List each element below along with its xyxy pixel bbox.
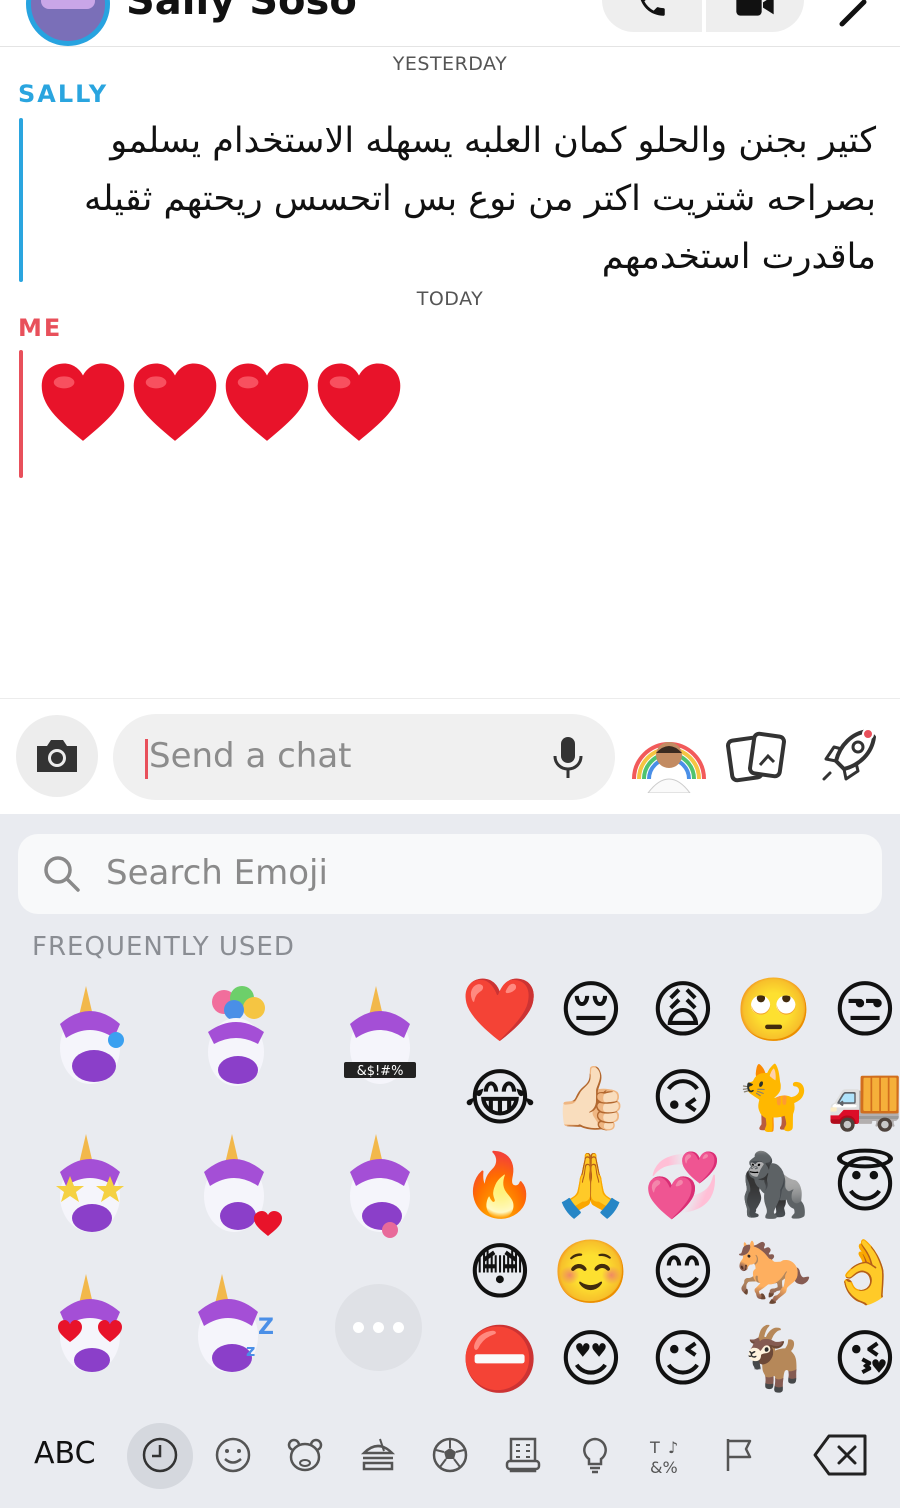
heart-icon xyxy=(133,363,217,441)
voice-call-button[interactable] xyxy=(602,0,702,32)
emoji-key[interactable]: ☺️ xyxy=(549,1230,633,1314)
message-hearts-me[interactable] xyxy=(40,358,402,448)
emoji-key[interactable]: 😂 xyxy=(458,1056,542,1140)
emoji-key[interactable]: 😉 xyxy=(641,1317,725,1401)
emoji-key[interactable]: 😒 xyxy=(823,968,900,1052)
travel-building-icon[interactable] xyxy=(503,1435,543,1475)
sender-label-sally: SALLY xyxy=(18,80,109,108)
camera-icon xyxy=(37,740,77,772)
sticker-swear-text: &$!#% xyxy=(357,1064,404,1079)
objects-bulb-icon[interactable] xyxy=(575,1435,615,1475)
emoji-key[interactable]: 💞 xyxy=(641,1143,725,1227)
contact-name[interactable]: Sally Soso xyxy=(126,0,357,24)
bitmoji-icon[interactable] xyxy=(630,723,708,793)
recent-clock-icon[interactable] xyxy=(140,1435,180,1475)
food-burger-icon[interactable] xyxy=(358,1435,398,1475)
frequently-used-title: FREQUENTLY USED xyxy=(32,932,295,962)
animal-bear-icon[interactable] xyxy=(285,1435,325,1475)
unicorn-heart-sticker[interactable] xyxy=(188,1132,284,1244)
emoji-key[interactable]: 😩 xyxy=(641,968,725,1052)
symbols-icon[interactable]: T ♪&% xyxy=(648,1435,688,1475)
cards-icon[interactable] xyxy=(726,731,788,783)
microphone-icon[interactable] xyxy=(551,736,585,780)
svg-text:z: z xyxy=(246,1341,255,1360)
emoji-key[interactable]: 🚚 xyxy=(823,1056,900,1140)
svg-text:&%: &% xyxy=(650,1458,678,1475)
notification-dot xyxy=(862,728,874,740)
search-icon xyxy=(44,856,80,892)
smiley-icon[interactable] xyxy=(213,1435,253,1475)
emoji-key[interactable]: 🙏 xyxy=(549,1143,633,1227)
chat-input-placeholder: Send a chat xyxy=(149,736,352,776)
emoji-search-input[interactable]: Search Emoji xyxy=(18,834,882,914)
emoji-keyboard: Search Emoji FREQUENTLY USED &$!#% Zz ❤️… xyxy=(0,814,900,1508)
unicorn-heart-eyes-sticker[interactable] xyxy=(42,1272,138,1384)
heart-icon xyxy=(41,363,125,441)
emoji-key[interactable]: 🙄 xyxy=(732,968,816,1052)
video-call-button[interactable] xyxy=(706,0,804,32)
chat-input-bar: Send a chat xyxy=(0,698,900,814)
svg-text:T: T xyxy=(649,1438,660,1457)
emoji-key[interactable]: 🙃 xyxy=(641,1056,725,1140)
day-separator-today: TODAY xyxy=(416,288,484,310)
emoji-key[interactable]: 🐈 xyxy=(732,1056,816,1140)
emoji-key[interactable]: 😔 xyxy=(549,968,633,1052)
emoji-key[interactable]: 😍 xyxy=(549,1317,633,1401)
chevron-icon[interactable] xyxy=(834,0,874,30)
emoji-key[interactable]: 😘 xyxy=(823,1317,900,1401)
unicorn-swearing-sticker[interactable]: &$!#% xyxy=(332,984,428,1096)
unicorn-crying-sticker[interactable] xyxy=(42,984,138,1096)
sender-label-me: ME xyxy=(18,314,63,342)
heart-icon xyxy=(225,363,309,441)
chat-header: Sally Soso xyxy=(0,0,900,47)
emoji-key[interactable]: 🔥 xyxy=(458,1143,542,1227)
phone-icon xyxy=(640,0,665,16)
message-bar-me xyxy=(19,350,23,478)
message-text-sally[interactable]: كتير بجنن والحلو كمان العلبه يسهله الاست… xyxy=(40,112,876,286)
emoji-key[interactable]: 👍🏻 xyxy=(549,1056,633,1140)
abc-keyboard-button[interactable]: ABC xyxy=(34,1436,96,1471)
activity-ball-icon[interactable] xyxy=(430,1435,470,1475)
flags-icon[interactable] xyxy=(720,1435,760,1475)
emoji-key[interactable]: 🦍 xyxy=(732,1143,816,1227)
emoji-key[interactable]: 🐎 xyxy=(732,1230,816,1314)
chat-input[interactable]: Send a chat xyxy=(113,714,615,800)
emoji-key[interactable]: ❤️ xyxy=(458,968,542,1052)
day-separator-yesterday: YESTERDAY xyxy=(392,53,508,75)
camera-button[interactable] xyxy=(16,715,98,797)
text-caret xyxy=(145,739,148,779)
backspace-icon[interactable] xyxy=(813,1434,869,1476)
emoji-key[interactable]: ⛔ xyxy=(458,1317,542,1401)
unicorn-sleeping-sticker[interactable]: Zz xyxy=(188,1272,284,1384)
emoji-key[interactable]: 👌 xyxy=(823,1230,900,1314)
svg-text:♪: ♪ xyxy=(668,1438,678,1457)
emoji-key[interactable]: 😳 xyxy=(458,1230,542,1314)
svg-text:Z: Z xyxy=(258,1315,274,1340)
message-bar-sally xyxy=(19,118,23,282)
emoji-key[interactable]: 😊 xyxy=(641,1230,725,1314)
video-camera-icon xyxy=(736,0,774,16)
heart-icon xyxy=(317,363,401,441)
unicorn-mind-blown-sticker[interactable] xyxy=(188,984,284,1096)
emoji-search-placeholder: Search Emoji xyxy=(106,853,328,893)
unicorn-star-eyes-sticker[interactable] xyxy=(42,1132,138,1244)
emoji-category-bar: ABC T ♪ &% xyxy=(0,1418,900,1498)
contact-avatar[interactable] xyxy=(26,0,110,46)
more-stickers-button[interactable] xyxy=(335,1284,422,1371)
emoji-key[interactable]: 🐐 xyxy=(732,1317,816,1401)
unicorn-tongue-sticker[interactable] xyxy=(332,1132,428,1244)
emoji-key[interactable]: 😇 xyxy=(823,1143,900,1227)
